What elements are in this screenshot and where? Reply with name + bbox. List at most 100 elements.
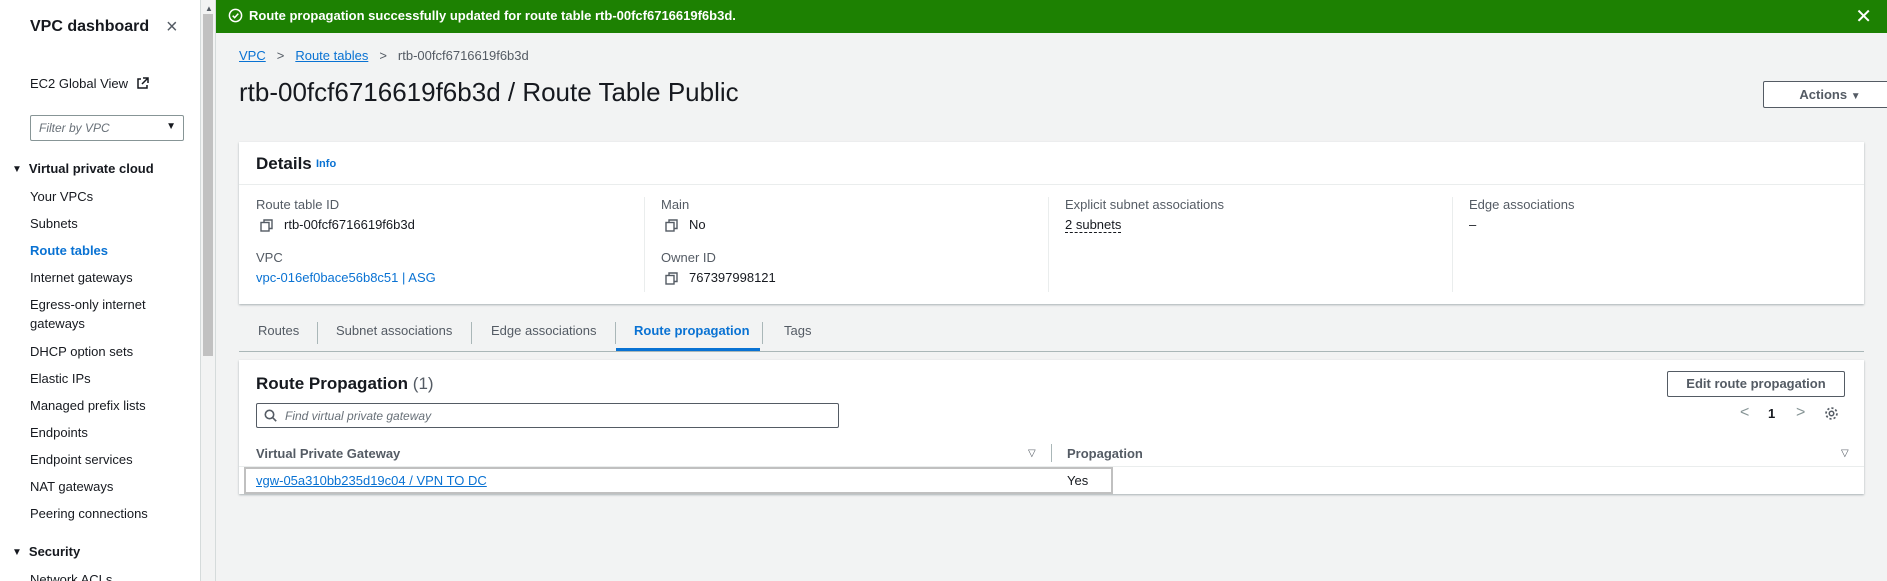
- tab-divider: [615, 322, 616, 344]
- flash-message: Route propagation successfully updated f…: [249, 8, 736, 23]
- sidebar-title[interactable]: VPC dashboard: [30, 18, 149, 36]
- explicit-subnet-associations-value[interactable]: 2 subnets: [1065, 217, 1122, 233]
- edge-associations-label: Edge associations: [1469, 197, 1575, 212]
- sidebar-item-endpoint-services[interactable]: Endpoint services: [30, 450, 190, 469]
- copy-icon[interactable]: [665, 272, 678, 288]
- section-security[interactable]: ▼ Security: [12, 544, 80, 559]
- ec2-global-view-link[interactable]: EC2 Global View: [30, 76, 149, 93]
- chevron-right-icon: >: [276, 48, 285, 63]
- gateway-cell: vgw-05a310bb235d19c04 / VPN TO DC: [256, 473, 487, 488]
- route-table-id-value: rtb-00fcf6716619f6b3d: [284, 217, 415, 232]
- tab-subnet-associations[interactable]: Subnet associations: [336, 323, 452, 338]
- tab-divider: [471, 322, 472, 344]
- tab-routes[interactable]: Routes: [258, 323, 299, 338]
- column-resize-handle[interactable]: [1051, 444, 1052, 462]
- tab-edge-associations[interactable]: Edge associations: [491, 323, 597, 338]
- sidebar-item-endpoints[interactable]: Endpoints: [30, 423, 190, 442]
- gear-icon[interactable]: [1824, 406, 1839, 424]
- sidebar-item-your-vpcs[interactable]: Your VPCs: [30, 187, 190, 206]
- edge-associations-value: –: [1469, 217, 1477, 232]
- details-column-2: Main No Owner ID 767397998121: [644, 197, 1049, 292]
- side-navigation: VPC dashboard × EC2 Global View Filter b…: [0, 0, 201, 581]
- details-column-3: Explicit subnet associations 2 subnets: [1048, 197, 1453, 292]
- external-link-icon: [136, 77, 149, 93]
- page-number[interactable]: 1: [1768, 406, 1775, 421]
- column-header-vpg[interactable]: Virtual Private Gateway: [256, 446, 400, 461]
- details-panel: Details Info Route table ID rtb-00fcf671…: [239, 142, 1864, 304]
- filter-by-vpc-select[interactable]: Filter by VPC ▼: [30, 115, 184, 141]
- sidebar-item-subnets[interactable]: Subnets: [30, 214, 190, 233]
- ec2-global-view-label: EC2 Global View: [30, 76, 129, 91]
- previous-page-icon[interactable]: <: [1740, 404, 1749, 422]
- breadcrumb-route-tables[interactable]: Route tables: [295, 48, 368, 63]
- sidebar-item-peering-connections[interactable]: Peering connections: [30, 504, 190, 523]
- sidebar-item-elastic-ips[interactable]: Elastic IPs: [30, 369, 190, 388]
- copy-icon[interactable]: [260, 219, 273, 235]
- owner-id-label: Owner ID: [661, 250, 716, 265]
- success-flash-banner: Route propagation successfully updated f…: [216, 0, 1887, 33]
- vpc-link[interactable]: vpc-016ef0bace56b8c51 | ASG: [256, 270, 436, 285]
- close-icon[interactable]: ×: [166, 17, 178, 37]
- tab-list: Routes Subnet associations Edge associat…: [239, 318, 1864, 352]
- edit-route-propagation-button[interactable]: Edit route propagation: [1667, 371, 1845, 397]
- actions-label: Actions: [1799, 87, 1848, 102]
- gateway-link[interactable]: vgw-05a310bb235d19c04 / VPN TO DC: [256, 473, 487, 488]
- route-propagation-title: Route Propagation: [256, 374, 409, 393]
- caret-down-icon: ▼: [166, 121, 176, 132]
- copy-icon[interactable]: [665, 219, 678, 235]
- active-tab-indicator: [616, 348, 760, 351]
- chevron-right-icon: >: [379, 48, 387, 63]
- owner-id-value: 767397998121: [689, 270, 776, 285]
- breadcrumb: VPC > Route tables > rtb-00fcf6716619f6b3d: [239, 48, 529, 63]
- sort-icon[interactable]: ▽: [1841, 448, 1849, 459]
- sidebar-item-egress-only-internet-gateways[interactable]: Egress-only internet gateways: [30, 295, 160, 333]
- sidebar-item-nat-gateways[interactable]: NAT gateways: [30, 477, 190, 496]
- success-check-icon: [228, 8, 243, 26]
- details-heading: Details: [256, 154, 312, 173]
- section-label: Virtual private cloud: [28, 161, 154, 176]
- sort-icon[interactable]: ▽: [1028, 448, 1036, 459]
- search-input[interactable]: [285, 407, 825, 424]
- sidebar-item-route-tables[interactable]: Route tables: [30, 241, 190, 260]
- section-virtual-private-cloud[interactable]: ▼ Virtual private cloud: [12, 161, 154, 176]
- filter-placeholder: Filter by VPC: [39, 121, 110, 135]
- next-page-icon[interactable]: >: [1796, 404, 1805, 422]
- column-header-propagation[interactable]: Propagation: [1067, 446, 1143, 461]
- sidebar-item-network-acls[interactable]: Network ACLs: [30, 570, 190, 581]
- caret-down-icon: ▼: [1850, 91, 1861, 102]
- table-row[interactable]: vgw-05a310bb235d19c04 / VPN TO DC Yes: [239, 467, 1864, 494]
- tab-tags[interactable]: Tags: [784, 323, 811, 338]
- info-link[interactable]: Info: [316, 158, 336, 170]
- vpc-label: VPC: [256, 250, 283, 265]
- actions-button[interactable]: Actions ▼: [1763, 81, 1887, 108]
- search-icon: [264, 409, 277, 425]
- route-propagation-panel: Route Propagation (1) Edit route propaga…: [239, 360, 1864, 494]
- tab-divider: [762, 322, 763, 344]
- sidebar-item-dhcp-option-sets[interactable]: DHCP option sets: [30, 342, 190, 361]
- propagation-cell: Yes: [1067, 473, 1089, 488]
- main-label: Main: [661, 197, 690, 212]
- route-propagation-count: (1): [412, 374, 434, 393]
- page-title: rtb-00fcf6716619f6b3d / Route Table Publ…: [239, 77, 739, 107]
- caret-down-icon: ▼: [12, 164, 22, 175]
- details-column-1: Route table ID rtb-00fcf6716619f6b3d VPC…: [256, 197, 644, 292]
- search-field[interactable]: [256, 403, 839, 428]
- scroll-up-arrow-icon[interactable]: ▲: [205, 4, 213, 13]
- tab-divider: [317, 322, 318, 344]
- caret-down-icon: ▼: [12, 547, 22, 558]
- tab-route-propagation[interactable]: Route propagation: [634, 323, 750, 338]
- sidebar-item-internet-gateways[interactable]: Internet gateways: [30, 268, 190, 287]
- details-header: Details Info: [239, 142, 1864, 185]
- section-label: Security: [28, 544, 81, 559]
- breadcrumb-current: rtb-00fcf6716619f6b3d: [397, 48, 529, 63]
- sidebar-item-managed-prefix-lists[interactable]: Managed prefix lists: [30, 396, 190, 415]
- explicit-subnet-associations-label: Explicit subnet associations: [1065, 197, 1224, 212]
- route-table-id-label: Route table ID: [256, 197, 340, 212]
- table-header: Virtual Private Gateway ▽ Propagation ▽: [239, 440, 1864, 467]
- breadcrumb-vpc[interactable]: VPC: [239, 48, 266, 63]
- close-icon[interactable]: ✕: [1855, 4, 1872, 29]
- scrollbar-thumb[interactable]: [203, 14, 213, 356]
- route-propagation-heading: Route Propagation (1): [256, 374, 434, 394]
- main-value: No: [689, 217, 706, 232]
- details-column-4: Edge associations –: [1452, 197, 1857, 292]
